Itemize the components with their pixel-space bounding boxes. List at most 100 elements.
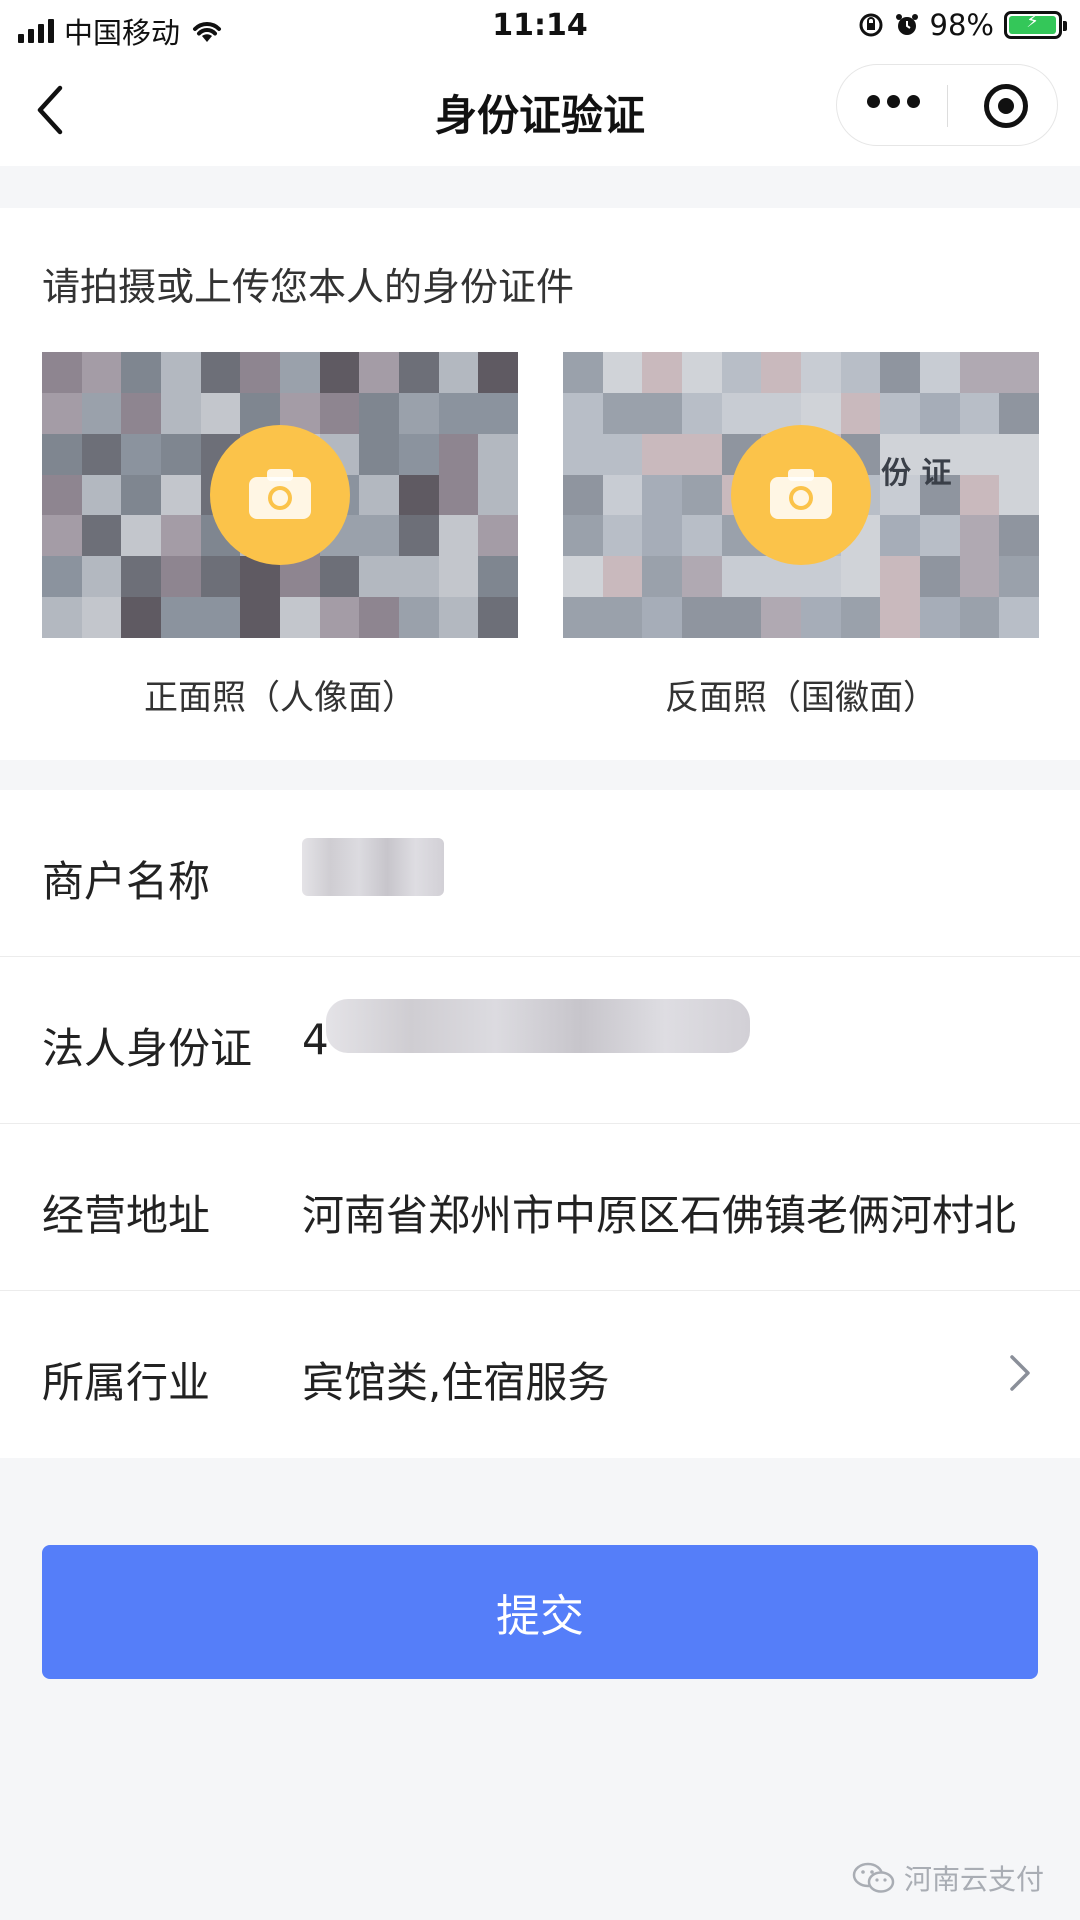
page: 中国移动 11:14 98% ⚡ 身份证验证 请拍摄或上传您本人的身份证件 份 … (0, 0, 1080, 1920)
mosaic-tile (200, 556, 241, 598)
mosaic-tile (42, 474, 82, 516)
mosaic-tile (642, 515, 682, 557)
alarm-icon (895, 14, 918, 35)
close-miniprogram-icon[interactable] (984, 84, 1028, 128)
mosaic-tile (42, 433, 82, 475)
form-row-address: 经营地址 河南省郑州市中原区石佛镇老俩河村北 (0, 1124, 1080, 1291)
mosaic-tile (200, 392, 241, 434)
mosaic-tile (920, 515, 960, 557)
mosaic-tile (563, 556, 603, 598)
upload-instruction: 请拍摄或上传您本人的身份证件 (42, 265, 575, 309)
nav-bar: 身份证验证 (0, 54, 1080, 166)
submit-button[interactable]: 提交 (42, 1545, 1038, 1679)
more-dots-icon[interactable] (867, 95, 920, 108)
mosaic-tile (478, 597, 518, 638)
mosaic-tile (42, 392, 82, 434)
rotation-lock-icon (859, 13, 883, 37)
mosaic-tile (999, 433, 1039, 475)
camera-icon (770, 469, 832, 519)
mosaic-tile (959, 392, 1000, 434)
watermark-text: 河南云支付 (903, 1863, 1044, 1896)
mosaic-tile (438, 392, 479, 434)
mosaic-tile (602, 433, 643, 475)
mosaic-tile (563, 474, 603, 516)
mosaic-tile (563, 597, 603, 638)
capsule-divider (947, 85, 948, 127)
mosaic-tile (840, 597, 881, 638)
mosaic-tile (319, 392, 360, 434)
mosaic-tile (280, 597, 320, 638)
mosaic-tile (478, 352, 518, 393)
mosaic-tile (801, 352, 841, 393)
wechat-icon (852, 1862, 895, 1893)
mosaic-tile (121, 556, 161, 598)
mosaic-tile (319, 352, 360, 393)
mosaic-tile (359, 556, 399, 598)
mosaic-tile (642, 597, 682, 638)
form-row-legal-id: 法人身份证 4 (0, 957, 1080, 1124)
mosaic-tile (399, 474, 439, 516)
mosaic-tile (81, 352, 122, 393)
mosaic-tile (161, 556, 201, 598)
camera-button[interactable] (210, 425, 350, 565)
mosaic-tile (319, 556, 360, 598)
mosaic-tile (121, 597, 161, 638)
mosaic-tile (801, 597, 841, 638)
mosaic-tile (121, 515, 161, 557)
mosaic-tile (761, 597, 801, 638)
mosaic-tile (721, 352, 762, 393)
mosaic-tile (81, 433, 122, 475)
mosaic-tile (642, 556, 682, 598)
mosaic-tile (682, 352, 722, 393)
legal-id-label: 法人身份证 (42, 1024, 253, 1073)
id-back-upload[interactable]: 份 证 (563, 352, 1039, 638)
mosaic-tile (161, 433, 201, 475)
form-row-industry[interactable]: 所属行业 宾馆类,住宿服务 (0, 1291, 1080, 1458)
mosaic-tile (999, 556, 1039, 598)
mosaic-tile (42, 352, 82, 393)
mosaic-tile (602, 597, 643, 638)
mosaic-tile (438, 433, 479, 475)
mosaic-tile (563, 433, 603, 475)
mosaic-tile (478, 474, 518, 516)
mosaic-tile (161, 597, 201, 638)
mosaic-tile (682, 474, 722, 516)
mosaic-tile (121, 392, 161, 434)
mosaic-tile (999, 392, 1039, 434)
status-bar: 中国移动 11:14 98% (0, 0, 1080, 54)
battery-percent: 98% (929, 8, 994, 42)
mosaic-tile (959, 556, 1000, 598)
mosaic-tile (880, 556, 920, 598)
mosaic-tile (880, 352, 920, 393)
mosaic-tile (359, 392, 399, 434)
mosaic-tile (478, 433, 518, 475)
mosaic-tile (682, 433, 722, 475)
mosaic-tile (682, 597, 722, 638)
mosaic-tile (602, 392, 643, 434)
id-back-text: 份 证 (881, 456, 952, 491)
miniprogram-capsule (836, 64, 1058, 146)
mosaic-tile (359, 515, 399, 557)
mosaic-tile (920, 597, 960, 638)
mosaic-tile (121, 433, 161, 475)
mosaic-tile (359, 597, 399, 638)
mosaic-tile (240, 352, 280, 393)
industry-value: 宾馆类,住宿服务 (302, 1358, 610, 1407)
mosaic-tile (438, 515, 479, 557)
mosaic-tile (920, 556, 960, 598)
mosaic-tile (959, 352, 1000, 393)
mosaic-tile (602, 352, 643, 393)
mosaic-tile (642, 392, 682, 434)
id-front-upload[interactable] (42, 352, 518, 638)
mosaic-tile (602, 474, 643, 516)
mosaic-tile (602, 556, 643, 598)
mosaic-tile (42, 515, 82, 557)
chevron-right-icon (1010, 1355, 1030, 1391)
industry-label: 所属行业 (42, 1358, 211, 1407)
mosaic-tile (319, 597, 360, 638)
mosaic-tile (399, 433, 439, 475)
camera-button[interactable] (731, 425, 871, 565)
mosaic-tile (840, 392, 881, 434)
mosaic-tile (920, 392, 960, 434)
mosaic-tile (81, 597, 122, 638)
